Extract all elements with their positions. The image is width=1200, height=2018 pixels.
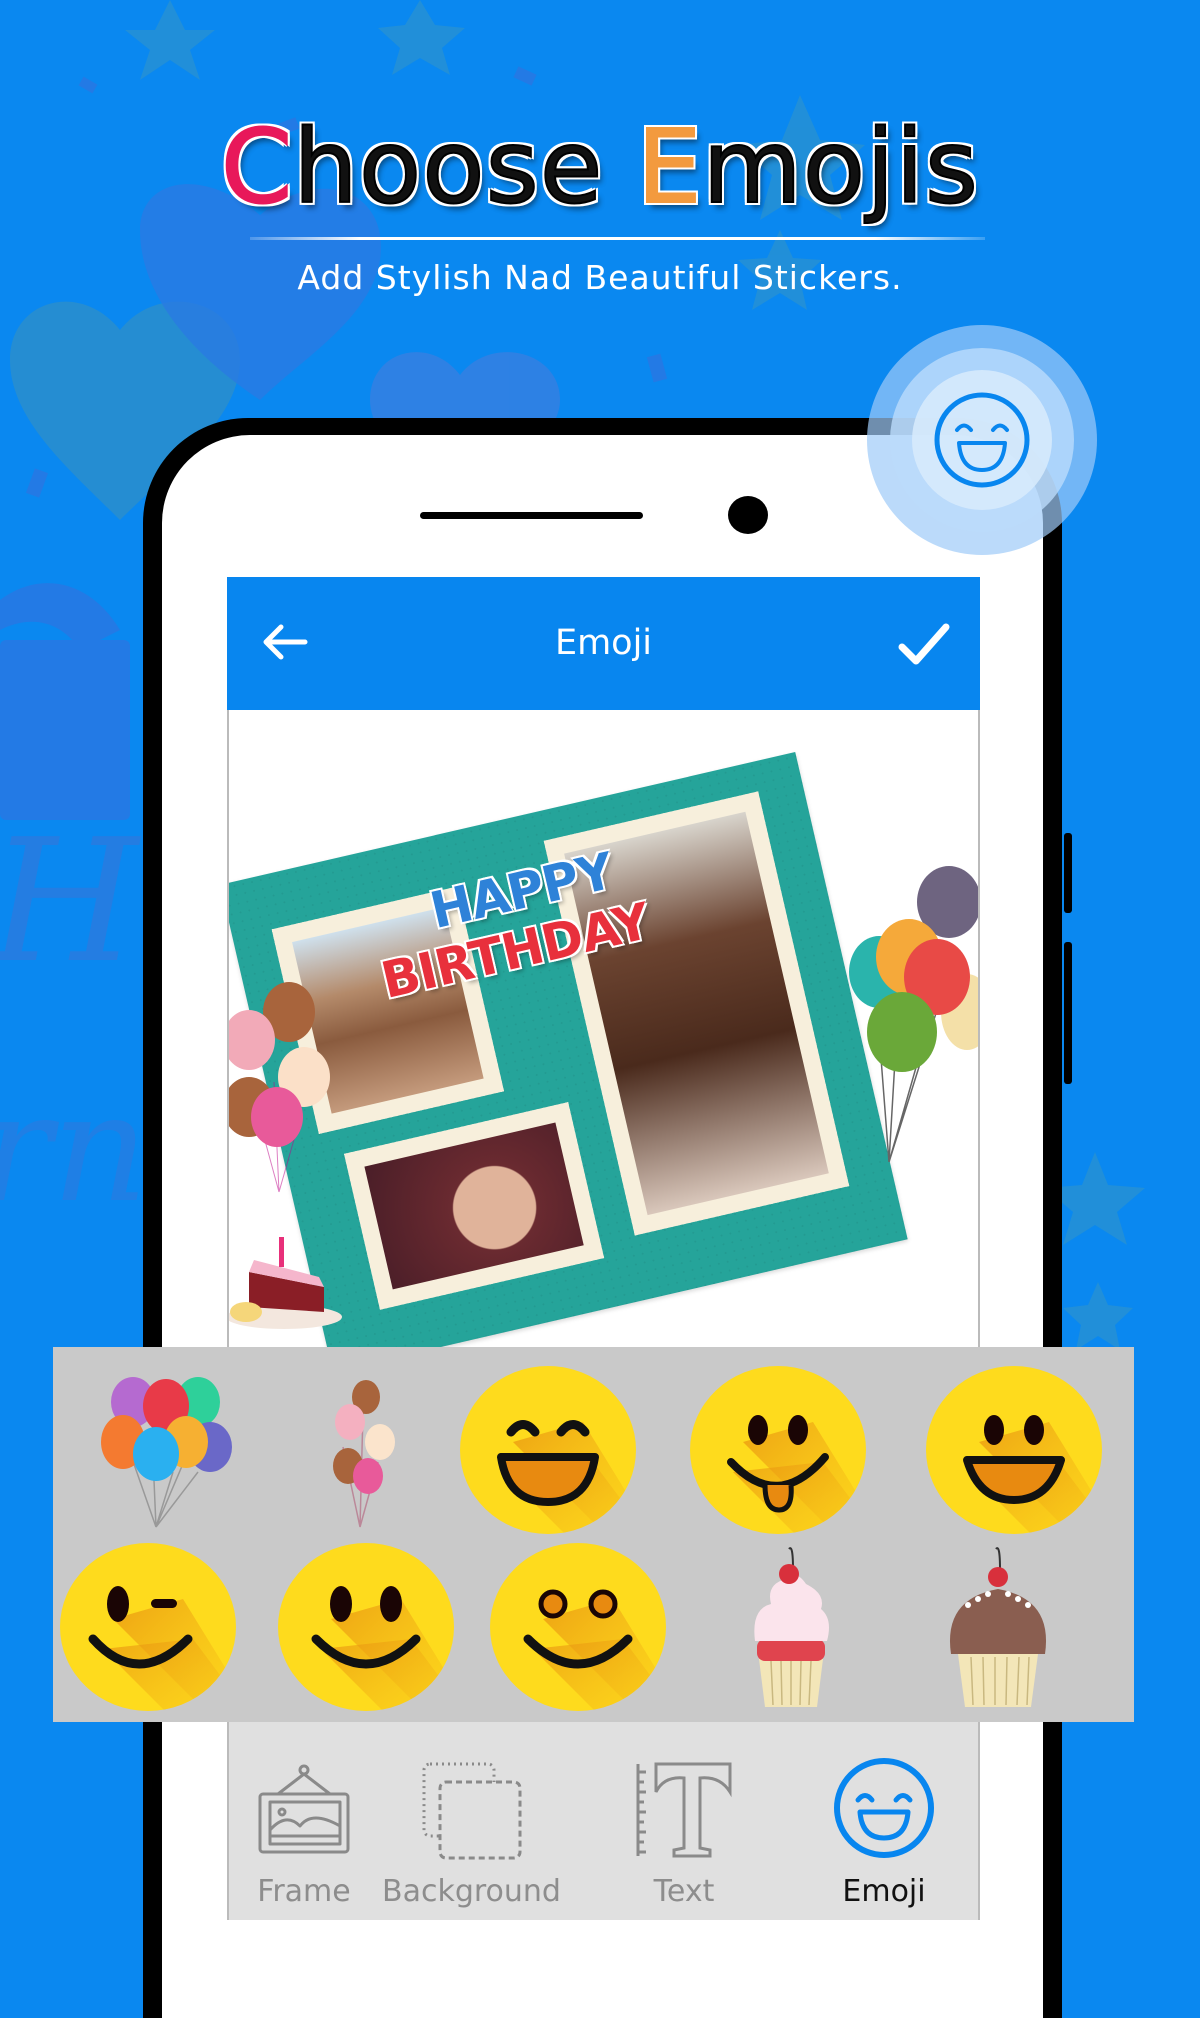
emoji-face-icon [278,1543,454,1711]
cupcake-icon [754,1547,829,1707]
confetti [513,66,537,86]
title-text: mojis [701,107,980,228]
nav-label: Frame [257,1874,351,1909]
phone-speaker [420,512,643,519]
star-shape [1063,1282,1133,1350]
phone-side-button [1064,833,1072,913]
sticker-tongue-out-emoji[interactable] [683,1362,873,1537]
sticker-chocolate-cupcake[interactable] [933,1539,1123,1714]
nav-item-emoji[interactable]: Emoji [809,1722,959,1920]
nav-label: Emoji [842,1874,926,1909]
bottom-nav: Frame Background Text Emoji [229,1722,978,1920]
title-divider [250,237,985,240]
nav-label: Background [382,1874,561,1909]
confetti [646,353,668,383]
emoji-face-icon [490,1543,666,1711]
star-shape [125,0,215,80]
feature-badge [867,325,1097,555]
collage-photo-slot[interactable] [344,1102,605,1310]
background-script-text: rn [0,1062,148,1236]
sticker-smiling-emoji[interactable] [271,1539,461,1714]
checkmark-icon [898,623,950,665]
balloons-icon [333,1380,395,1528]
frame-picture-icon [258,1764,350,1854]
sticker-laughing-emoji[interactable] [453,1362,643,1537]
promo-title: Choose Emojis [0,107,1200,228]
title-accent-letter: C [220,107,294,228]
sticker-panel [53,1347,1134,1722]
app-header: Emoji [227,577,980,710]
confetti [25,468,49,498]
sticker-strawberry-cupcake[interactable] [741,1539,931,1714]
nav-item-background[interactable]: Background [369,1722,574,1920]
emoji-face-icon [834,1758,934,1858]
emoji-face-icon [60,1543,236,1711]
cupcake-icon [949,1547,1047,1707]
nav-item-text[interactable]: Text [609,1722,759,1920]
title-text: hoose [292,107,637,228]
promo-subtitle: Add Stylish Nad Beautiful Stickers. [297,258,903,297]
header-title: Emoji [554,623,653,663]
emoji-face-icon [460,1366,636,1534]
balloons-icon [101,1377,232,1528]
emoji-face-icon [690,1366,866,1534]
sticker-colorful-balloons[interactable] [68,1362,258,1537]
confirm-button[interactable] [896,619,952,669]
cake-sticker[interactable] [229,1232,344,1332]
nav-label: Text [653,1874,715,1909]
laughing-face-icon [867,325,1097,555]
sticker-winking-emoji[interactable] [53,1539,243,1714]
sticker-pastel-balloons[interactable] [268,1362,458,1537]
emoji-face-icon [926,1366,1102,1534]
gift-box-shape [0,640,130,820]
ribbon-shape [0,583,120,650]
phone-side-button [1064,942,1072,1084]
text-t-icon [636,1762,732,1858]
phone-camera [728,496,768,534]
title-accent-letter: E [636,107,703,228]
background-layers-icon [422,1762,521,1860]
balloons-sticker[interactable] [819,862,978,1192]
confetti [78,76,98,94]
nav-item-frame[interactable]: Frame [229,1722,379,1920]
photo-canvas[interactable]: HAPPY BIRTHDAY [229,712,978,1347]
balloons-sticker[interactable] [229,982,339,1202]
star-shape [378,0,465,75]
sticker-grinning-emoji[interactable] [919,1362,1109,1537]
sticker-round-eyes-emoji[interactable] [483,1539,673,1714]
